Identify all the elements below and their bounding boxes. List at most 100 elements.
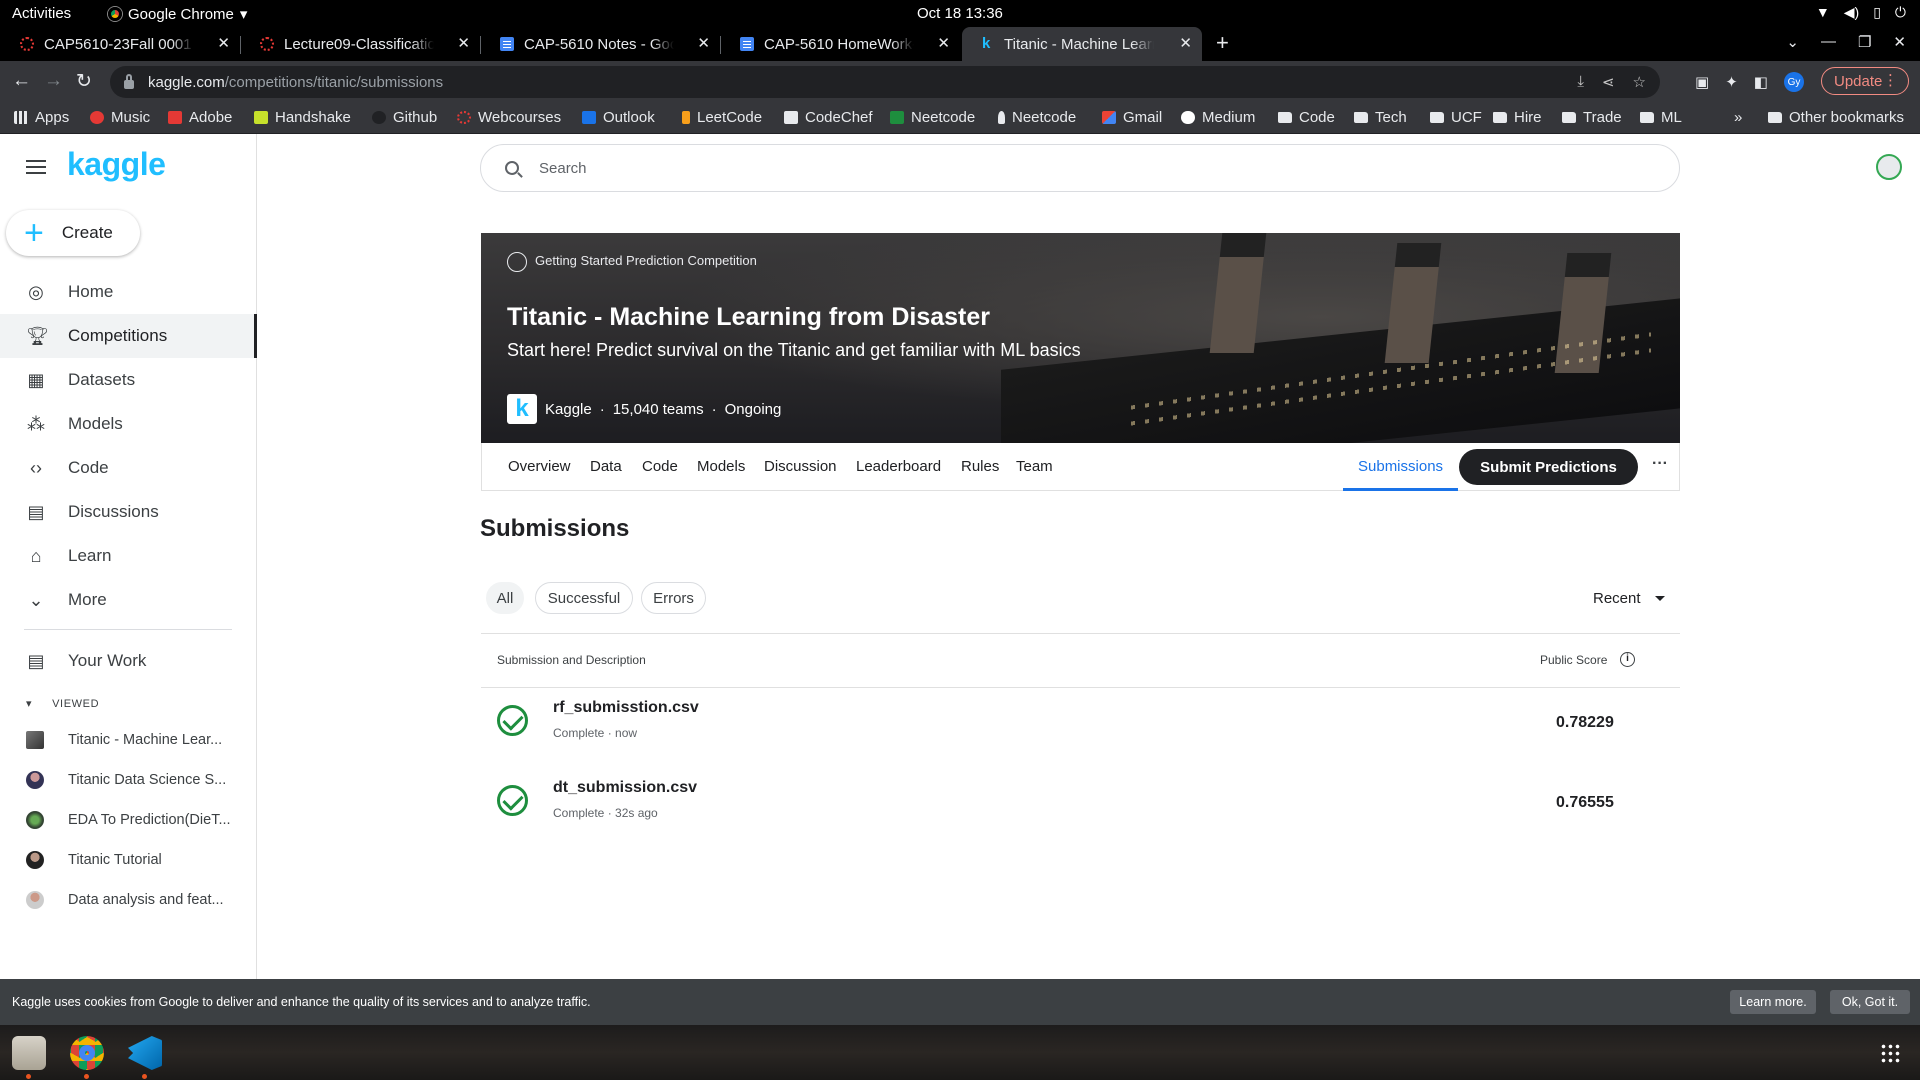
close-tab-icon[interactable]: ✕ [217,34,230,52]
vscode-app-icon[interactable] [128,1036,162,1070]
system-tray[interactable]: ▼ ◀) ▯ ⏻ [1816,4,1906,21]
nav-discussions[interactable]: ▤ Discussions [0,490,257,534]
install-icon[interactable]: ⤓ [1577,73,1584,91]
bookmark-webcourses[interactable]: Webcourses [457,109,561,126]
create-button[interactable]: + Create [6,210,140,256]
bookmark-folder-tech[interactable]: Tech [1354,109,1407,126]
browser-tab[interactable]: CAP-5610 HomeWork-3 - G ✕ [720,27,960,61]
maximize-icon[interactable]: ❐ [1858,33,1871,51]
activities-button[interactable]: Activities [12,5,71,22]
app-menu[interactable]: Google Chrome ▾ [108,5,247,23]
table-row[interactable]: dt_submission.csv Complete · 32s ago 0.7… [481,767,1680,845]
viewed-item[interactable]: Titanic Data Science S... [26,771,226,789]
tab-models[interactable]: Models [697,458,745,475]
more-options-icon[interactable]: ··· [1652,455,1668,473]
bookmark-music[interactable]: Music [90,109,150,126]
browser-tab-active[interactable]: k Titanic - Machine Learning ✕ [962,27,1202,61]
table-row[interactable]: rf_submisstion.csv Complete · now 0.7822… [481,687,1680,765]
lock-icon[interactable] [124,73,134,89]
bookmark-outlook[interactable]: Outlook [582,109,655,126]
show-apps-icon[interactable] [1880,1043,1902,1065]
tab-data[interactable]: Data [590,458,622,475]
tab-rules[interactable]: Rules [961,458,999,475]
kaggle-logo[interactable]: kaggle [67,146,166,183]
close-tab-icon[interactable]: ✕ [457,34,470,52]
viewed-item[interactable]: Titanic - Machine Lear... [26,731,222,749]
tab-overview[interactable]: Overview [508,458,571,475]
bookmark-adobe[interactable]: Adobe [168,109,232,126]
clock[interactable]: Oct 18 13:36 [917,5,1003,22]
profile-avatar[interactable]: Gy [1783,72,1804,92]
bookmark-folder-ucf[interactable]: UCF [1430,109,1482,126]
bookmark-apps[interactable]: Apps [14,109,69,126]
close-tab-icon[interactable]: ✕ [1179,34,1192,52]
bookmark-medium[interactable]: Medium [1181,109,1255,126]
bookmark-leetcode[interactable]: LeetCode [682,109,762,126]
bookmark-handshake[interactable]: Handshake [254,109,351,126]
nav-your-work[interactable]: ▤ Your Work [0,639,257,683]
nav-home[interactable]: ◎ Home [0,270,257,314]
search-input[interactable]: Search [480,144,1680,192]
close-window-icon[interactable]: ✕ [1893,33,1906,51]
tab-code[interactable]: Code [642,458,678,475]
address-bar[interactable]: kaggle.com/competitions/titanic/submissi… [110,66,1660,98]
side-panel-icon[interactable]: ◧ [1754,73,1768,91]
bookmark-neetcode-2[interactable]: Neetcode [998,109,1076,126]
submission-filename[interactable]: rf_submisstion.csv [553,699,699,717]
bookmark-neetcode[interactable]: Neetcode [890,109,975,126]
nav-competitions[interactable]: 🏆︎ Competitions [0,314,257,358]
nav-code[interactable]: ‹› Code [0,446,257,490]
nav-learn[interactable]: ⌂ Learn [0,534,257,578]
viewed-item[interactable]: Data analysis and feat... [26,891,224,909]
bookmark-codechef[interactable]: CodeChef [784,109,873,126]
browser-tab[interactable]: Lecture09-Classification.p ✕ [240,27,480,61]
nav-more[interactable]: ⌄ More [0,578,257,622]
browser-tab[interactable]: CAP5610-23Fall 0001 ✕ [0,27,240,61]
viewed-item[interactable]: EDA To Prediction(DieT... [26,811,231,829]
new-tab-button[interactable]: + [1216,30,1229,56]
puzzle-icon[interactable]: ✦ [1725,73,1738,91]
close-tab-icon[interactable]: ✕ [697,34,710,52]
submission-filename[interactable]: dt_submission.csv [553,779,697,797]
host-name[interactable]: Kaggle [545,401,592,418]
tab-submissions[interactable]: Submissions [1358,458,1443,475]
user-avatar[interactable] [1876,154,1902,180]
bookmark-gmail[interactable]: Gmail [1102,109,1162,126]
bookmarks-overflow[interactable]: » [1734,109,1742,126]
tab-search-icon[interactable]: ⌄ [1786,33,1799,51]
filter-errors[interactable]: Errors [641,582,706,614]
bookmark-folder-trade[interactable]: Trade [1562,109,1622,126]
nav-datasets[interactable]: ▦ Datasets [0,358,257,402]
nav-models[interactable]: ⁂ Models [0,402,257,446]
tab-team[interactable]: Team [1016,458,1053,475]
tab-discussion[interactable]: Discussion [764,458,837,475]
reload-icon[interactable]: ↻ [76,70,92,93]
viewed-section-toggle[interactable]: ▾ VIEWED [26,697,99,711]
bookmark-star-icon[interactable]: ☆ [1633,73,1646,91]
other-bookmarks[interactable]: Other bookmarks [1768,109,1904,126]
files-app-icon[interactable] [12,1036,46,1070]
browser-tab[interactable]: CAP-5610 Notes - Google D ✕ [480,27,720,61]
update-button[interactable]: Update ⋮ [1821,67,1909,95]
minimize-icon[interactable]: — [1821,33,1836,51]
bookmark-folder-code[interactable]: Code [1278,109,1335,126]
bookmark-folder-ml[interactable]: ML [1640,109,1682,126]
tab-leaderboard[interactable]: Leaderboard [856,458,941,475]
viewed-item[interactable]: Titanic Tutorial [26,851,162,869]
share-icon[interactable]: ⋖ [1602,73,1615,91]
filter-all[interactable]: All [486,582,524,614]
learn-more-button[interactable]: Learn more. [1730,990,1816,1014]
ok-got-it-button[interactable]: Ok, Got it. [1830,990,1910,1014]
sort-dropdown[interactable]: Recent [1593,590,1665,607]
close-tab-icon[interactable]: ✕ [937,34,950,52]
hamburger-menu-icon[interactable] [26,160,46,174]
filter-successful[interactable]: Successful [535,582,633,614]
forward-icon[interactable]: → [44,70,63,92]
chrome-app-icon[interactable] [70,1036,104,1070]
bookmark-folder-hire[interactable]: Hire [1493,109,1542,126]
extension-app-icon[interactable]: ▣ [1695,73,1709,91]
info-icon[interactable]: i [1620,652,1635,667]
submit-predictions-button[interactable]: Submit Predictions [1459,449,1638,485]
bookmark-github[interactable]: Github [372,109,437,126]
back-icon[interactable]: ← [12,70,31,92]
